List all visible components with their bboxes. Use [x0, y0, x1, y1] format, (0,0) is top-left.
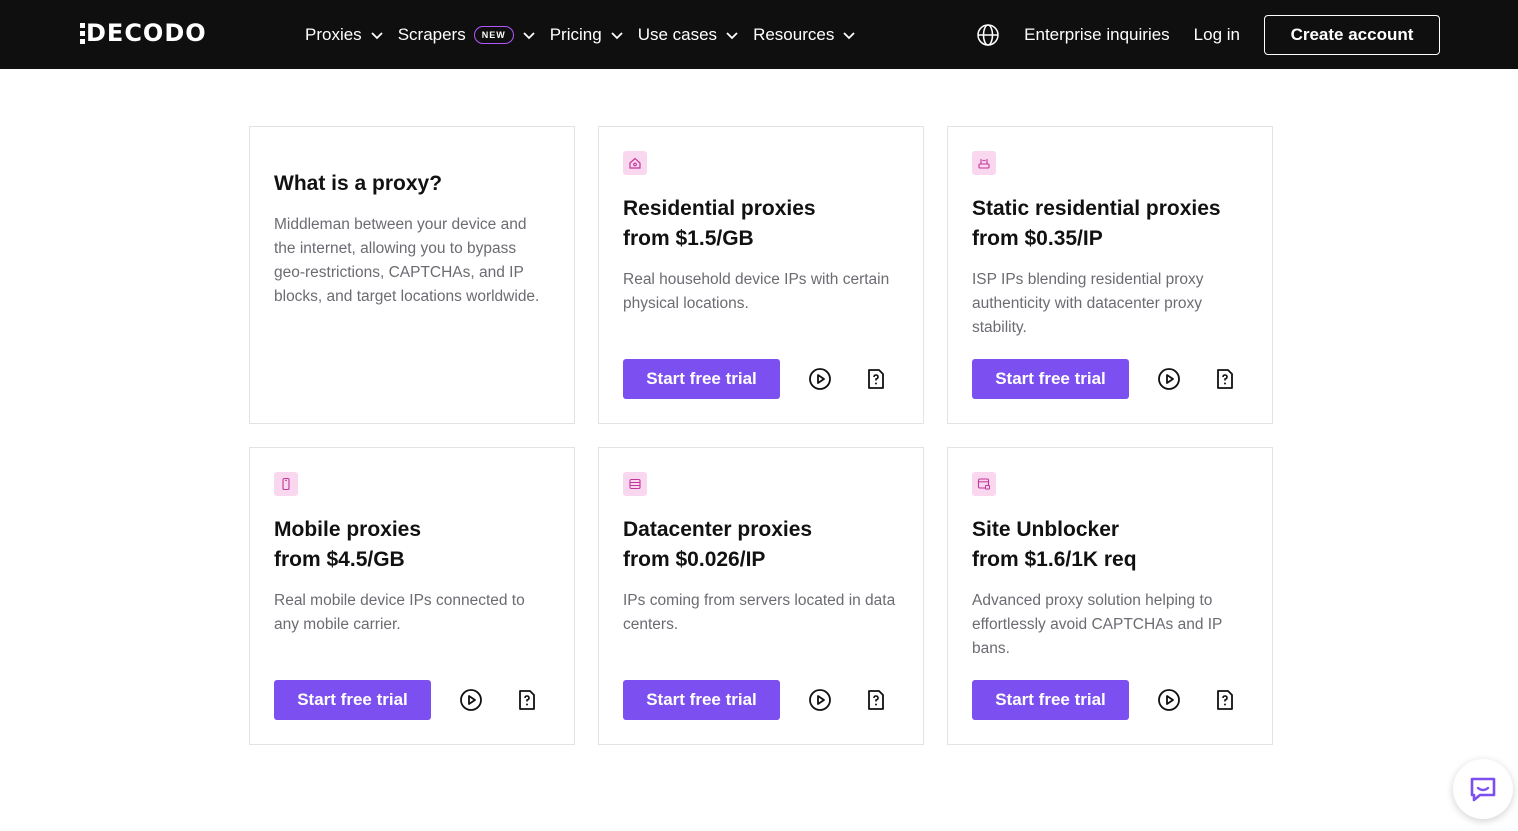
login-link[interactable]: Log in	[1194, 25, 1240, 45]
card-description: Middleman between your device and the in…	[274, 216, 540, 305]
card-title: What is a proxy?	[274, 172, 443, 195]
start-free-trial-button[interactable]: Start free trial	[623, 359, 780, 399]
play-video-icon[interactable]	[459, 688, 483, 712]
chevron-down-icon	[726, 31, 738, 39]
card-actions: Start free trial	[972, 680, 1237, 720]
start-free-trial-button[interactable]: Start free trial	[972, 359, 1129, 399]
product-card-datacenter: Datacenter proxies from $0.026/IP IPs co…	[598, 447, 924, 745]
product-title: Mobile proxies	[274, 518, 422, 541]
card-actions: Start free trial	[274, 680, 539, 720]
product-title: Residential proxies	[623, 197, 816, 220]
product-card-residential: Residential proxies from $1.5/GB Real ho…	[598, 126, 924, 424]
chat-bubble-icon	[1470, 777, 1496, 802]
product-description: Real mobile device IPs connected to any …	[274, 592, 525, 633]
product-description: ISP IPs blending residential proxy authe…	[972, 271, 1204, 336]
proxy-products-grid: What is a proxy? Middleman between your …	[249, 126, 1273, 745]
chevron-down-icon	[523, 31, 535, 39]
help-document-icon[interactable]	[864, 367, 888, 391]
home-icon	[623, 151, 647, 175]
right-nav: Enterprise inquiries Log in Create accou…	[976, 0, 1440, 69]
product-card-static-residential: Static residential proxies from $0.35/IP…	[947, 126, 1273, 424]
router-icon	[972, 151, 996, 175]
logo-text: DECODO	[86, 19, 207, 47]
nav-item-use-cases[interactable]: Use cases	[638, 25, 739, 45]
nav-item-scrapers[interactable]: Scrapers NEW	[398, 25, 536, 45]
product-title: Site Unblocker	[972, 518, 1120, 541]
new-badge: NEW	[473, 25, 514, 44]
chat-support-button[interactable]	[1453, 759, 1513, 819]
decodo-logo[interactable]: DECODO	[80, 19, 207, 47]
help-document-icon[interactable]	[1213, 367, 1237, 391]
start-free-trial-button[interactable]: Start free trial	[972, 680, 1129, 720]
browser-lock-icon	[972, 472, 996, 496]
chevron-down-icon	[843, 31, 855, 39]
enterprise-inquiries-link[interactable]: Enterprise inquiries	[1024, 25, 1170, 45]
product-price: from $1.5/GB	[623, 227, 754, 250]
main-nav: Proxies Scrapers NEW Pricing Use cases R…	[305, 0, 870, 69]
nav-item-label: Pricing	[549, 24, 602, 44]
product-title: Datacenter proxies	[623, 518, 813, 541]
server-icon	[623, 472, 647, 496]
help-document-icon[interactable]	[515, 688, 539, 712]
nav-item-label: Proxies	[305, 24, 362, 44]
what-is-proxy-card: What is a proxy? Middleman between your …	[249, 126, 575, 424]
play-video-icon[interactable]	[808, 688, 832, 712]
help-document-icon[interactable]	[1213, 688, 1237, 712]
top-navigation-bar: DECODO Proxies Scrapers NEW Pricing Use …	[0, 0, 1518, 69]
product-description: Advanced proxy solution helping to effor…	[972, 592, 1223, 657]
play-video-icon[interactable]	[808, 367, 832, 391]
product-price: from $1.6/1K req	[972, 548, 1137, 571]
nav-item-label: Use cases	[637, 24, 718, 44]
nav-item-proxies[interactable]: Proxies	[305, 25, 384, 45]
play-video-icon[interactable]	[1157, 367, 1181, 391]
product-price: from $0.026/IP	[623, 548, 766, 571]
product-price: from $0.35/IP	[972, 227, 1103, 250]
product-price: from $4.5/GB	[274, 548, 405, 571]
chevron-down-icon	[371, 31, 383, 39]
create-account-button[interactable]: Create account	[1264, 14, 1440, 55]
product-description: Real household device IPs with certain p…	[623, 271, 890, 312]
chevron-down-icon	[611, 31, 623, 39]
start-free-trial-button[interactable]: Start free trial	[623, 680, 780, 720]
card-actions: Start free trial	[972, 359, 1237, 399]
product-card-site-unblocker: Site Unblocker from $1.6/1K req Advanced…	[947, 447, 1273, 745]
product-title: Static residential proxies	[972, 197, 1221, 220]
card-actions: Start free trial	[623, 680, 888, 720]
play-video-icon[interactable]	[1157, 688, 1181, 712]
nav-item-resources[interactable]: Resources	[753, 25, 856, 45]
globe-icon[interactable]	[976, 23, 1000, 47]
product-description: IPs coming from servers located in data …	[623, 592, 896, 633]
logo-mark-icon	[80, 22, 87, 44]
help-document-icon[interactable]	[864, 688, 888, 712]
mobile-icon	[274, 472, 298, 496]
nav-item-label: Resources	[753, 24, 835, 44]
start-free-trial-button[interactable]: Start free trial	[274, 680, 431, 720]
card-actions: Start free trial	[623, 359, 888, 399]
nav-item-label: Scrapers	[397, 24, 466, 44]
product-card-mobile: Mobile proxies from $4.5/GB Real mobile …	[249, 447, 575, 745]
nav-item-pricing[interactable]: Pricing	[550, 25, 624, 45]
